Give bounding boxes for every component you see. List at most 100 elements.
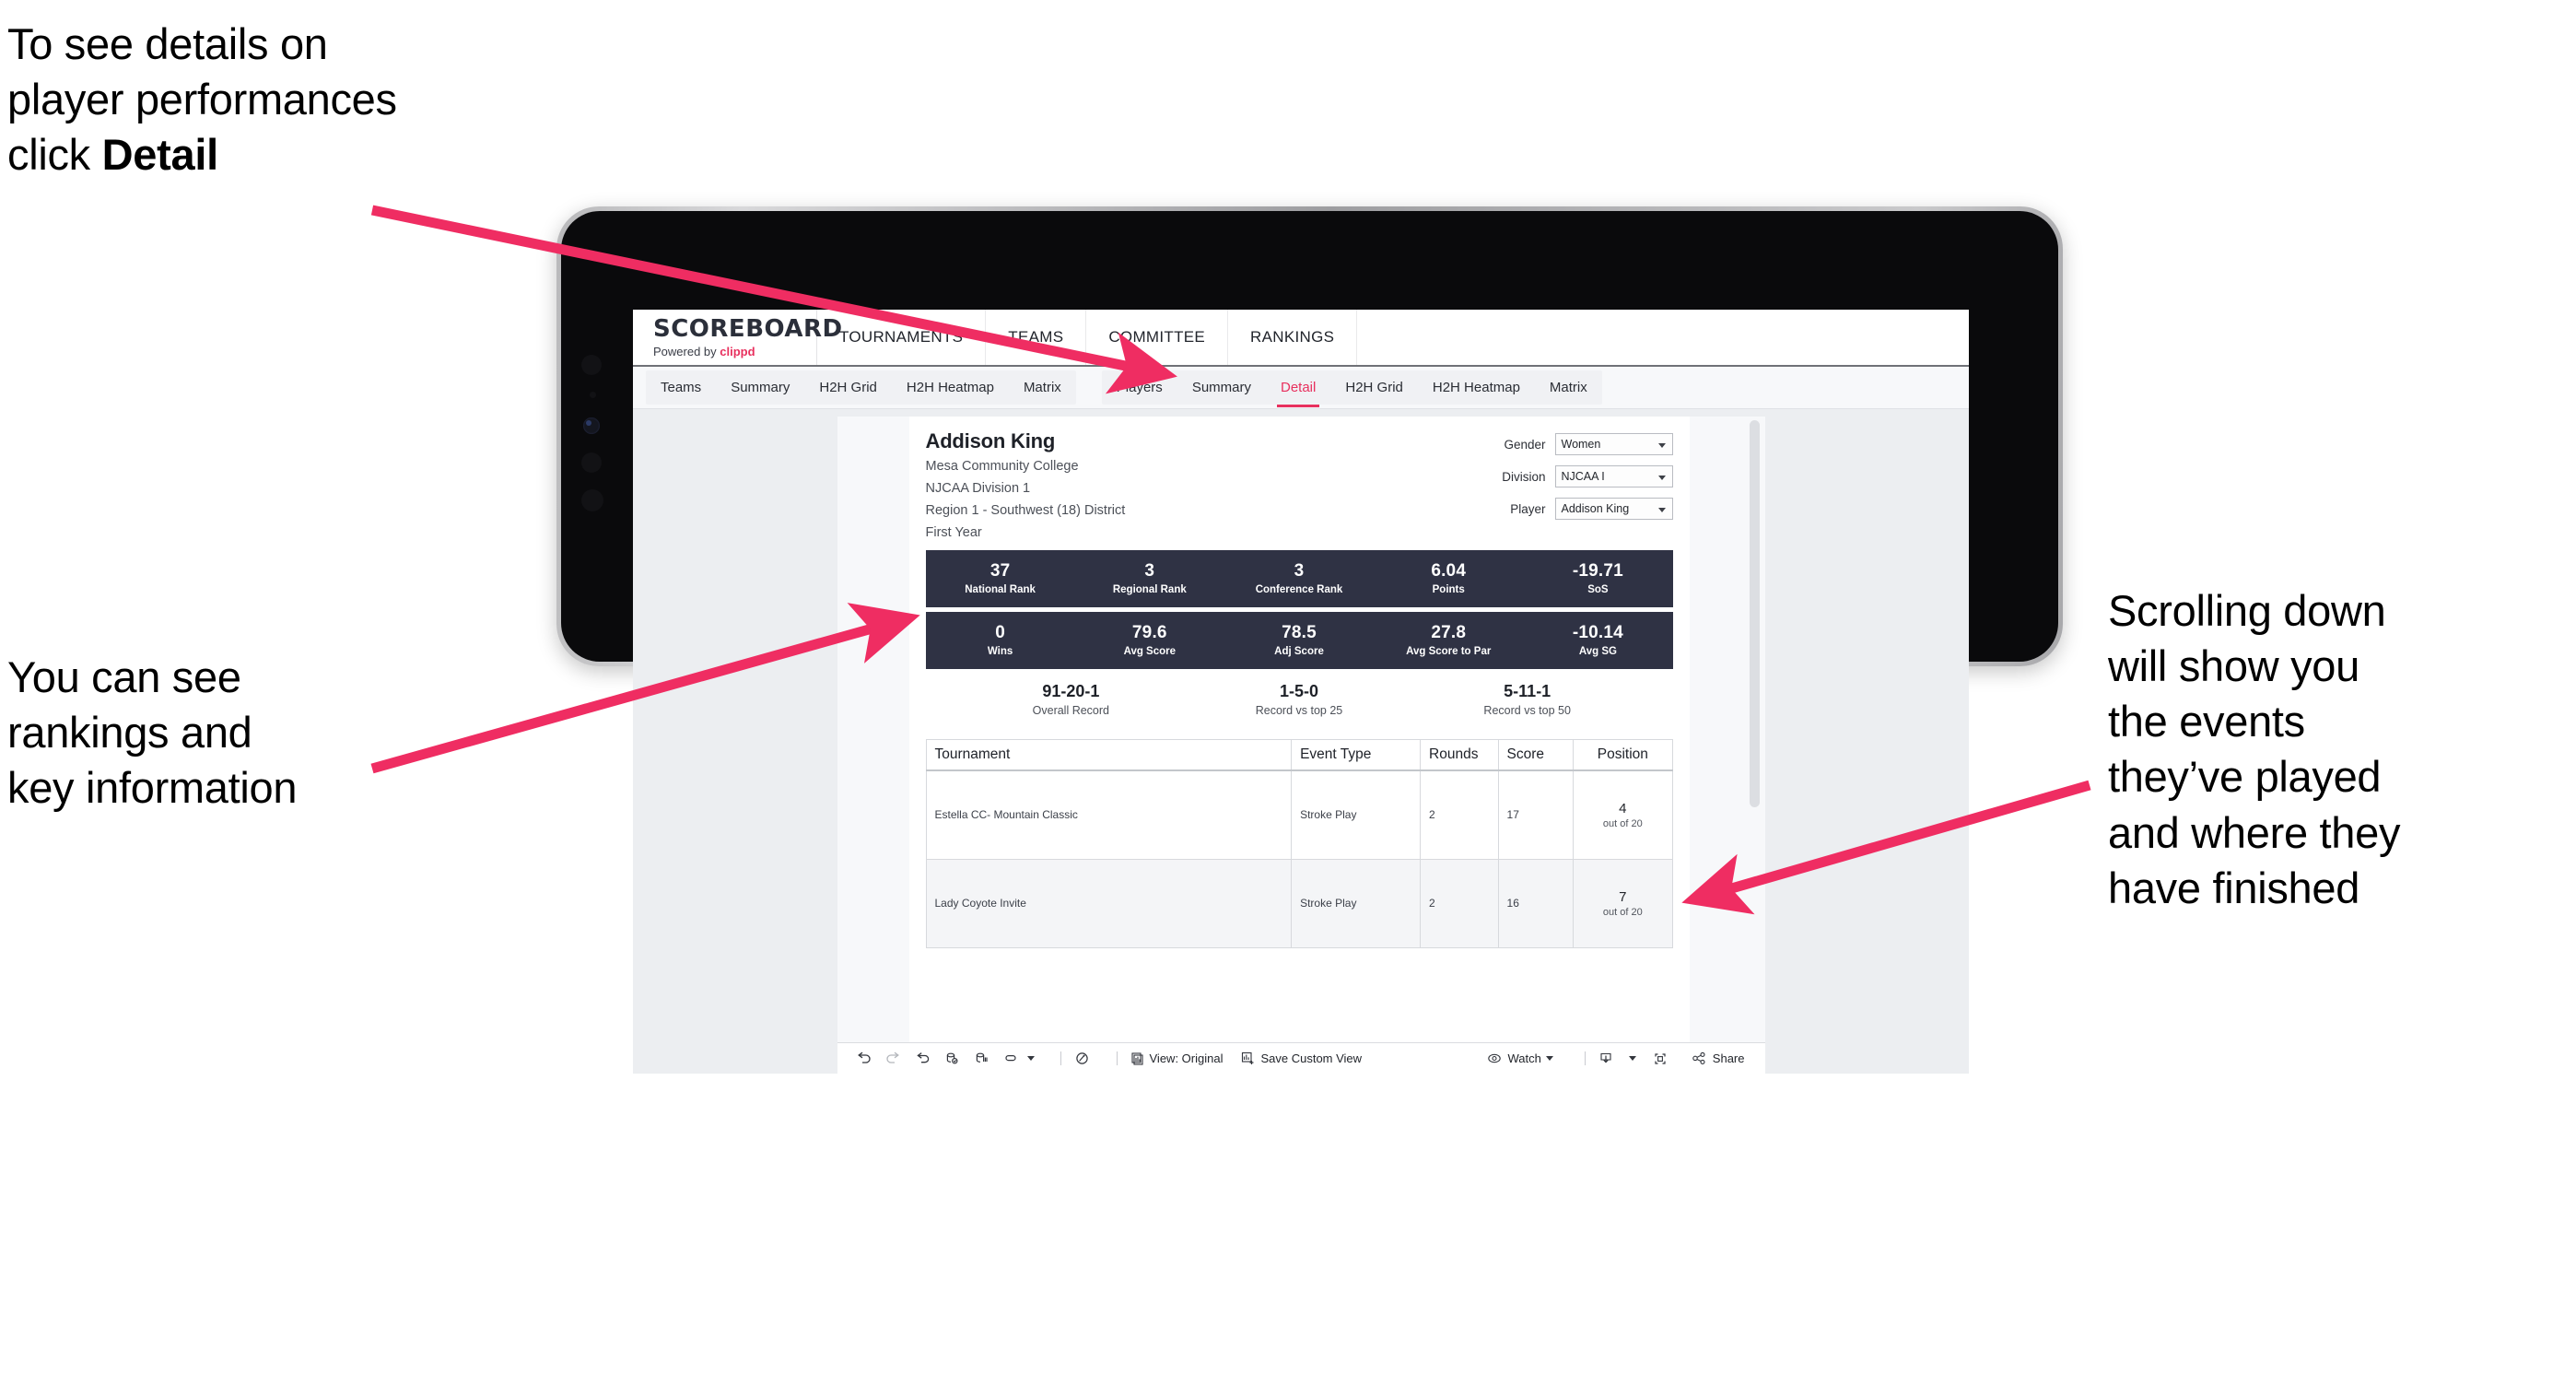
brand-powered-prefix: Powered by <box>653 344 720 358</box>
watch-button[interactable]: Watch <box>1487 1051 1553 1065</box>
view-original-button[interactable]: View: Original <box>1130 1051 1224 1065</box>
teams-tab-group: Teams Summary H2H Grid H2H Heatmap Matri… <box>646 370 1076 405</box>
stat-avg-sg-label: Avg SG <box>1578 646 1617 657</box>
vertical-scrollbar[interactable] <box>1749 420 1760 807</box>
filter-division-row: Division NJCAA I <box>1502 465 1673 487</box>
chevron-down-icon <box>1545 1056 1553 1061</box>
filter-panel: Gender Women Division NJCAA I Player Add… <box>1502 429 1673 542</box>
top-navigation-items: TOURNAMENTS TEAMS COMMITTEE RANKINGS <box>817 310 1358 365</box>
tab-teams[interactable]: Teams <box>646 370 716 405</box>
bottom-toolbar: View: Original Save Custom View Watch Sh… <box>837 1042 1765 1074</box>
revert-icon[interactable] <box>915 1051 931 1066</box>
tab-teams-h2h-heatmap[interactable]: H2H Heatmap <box>892 370 1009 405</box>
share-label: Share <box>1712 1051 1745 1065</box>
stat-avg-score: 79.6 Avg Score <box>1075 623 1224 657</box>
slide-canvas: To see details on player performances cl… <box>0 0 2576 1386</box>
nav-item-tournaments[interactable]: TOURNAMENTS <box>817 310 987 365</box>
record-overall-label: Overall Record <box>1032 704 1110 717</box>
filter-player-value: Addison King <box>1561 502 1630 515</box>
col-header-tournament[interactable]: Tournament <box>925 739 1293 771</box>
filter-gender-select[interactable]: Women <box>1554 433 1673 455</box>
stat-avg-sg-value: -10.14 <box>1572 623 1623 642</box>
secondary-tab-strip: Teams Summary H2H Grid H2H Heatmap Matri… <box>633 367 1969 409</box>
col-header-event-type[interactable]: Event Type <box>1291 739 1422 771</box>
record-vs-top-50: 5-11-1 Record vs top 50 <box>1413 682 1642 717</box>
table-row[interactable]: Lady Coyote Invite Stroke Play 2 16 7 ou… <box>925 858 1673 948</box>
filter-division-value: NJCAA I <box>1561 470 1605 483</box>
callout-right-line1: Scrolling down <box>2108 586 2386 635</box>
cell-rounds: 2 <box>1420 769 1499 860</box>
tab-players[interactable]: Players <box>1102 370 1177 405</box>
stat-regional-rank-label: Regional Rank <box>1112 584 1187 595</box>
content-area: Addison King Mesa Community College NJCA… <box>633 409 1969 1074</box>
toolbar-divider <box>1116 1051 1118 1065</box>
filter-gender-label: Gender <box>1504 437 1546 452</box>
tab-teams-h2h-grid[interactable]: H2H Grid <box>804 370 892 405</box>
tab-players-h2h-grid[interactable]: H2H Grid <box>1330 370 1418 405</box>
tab-players-summary[interactable]: Summary <box>1177 370 1266 405</box>
filter-player-select[interactable]: Addison King <box>1554 498 1673 520</box>
tab-teams-matrix[interactable]: Matrix <box>1009 370 1076 405</box>
nav-item-committee[interactable]: COMMITTEE <box>1086 310 1229 365</box>
fullscreen-button[interactable] <box>1653 1051 1673 1066</box>
filter-player-label: Player <box>1510 501 1546 516</box>
cell-score: 16 <box>1497 858 1575 948</box>
tab-players-matrix[interactable]: Matrix <box>1535 370 1602 405</box>
cell-score: 17 <box>1497 769 1575 860</box>
download-button[interactable] <box>1598 1051 1619 1066</box>
refresh-data-icon[interactable] <box>944 1051 960 1066</box>
col-header-position[interactable]: Position <box>1573 739 1673 771</box>
chevron-down-icon[interactable] <box>1026 1056 1035 1061</box>
tournaments-table-head: Tournament Event Type Rounds Score Posit… <box>925 739 1673 771</box>
speaker-dot-icon <box>581 452 602 473</box>
redo-icon[interactable] <box>885 1051 901 1066</box>
record-overall-value: 91-20-1 <box>1042 682 1100 700</box>
tab-players-h2h-heatmap[interactable]: H2H Heatmap <box>1418 370 1535 405</box>
records-row: 91-20-1 Overall Record 1-5-0 Record vs t… <box>926 682 1673 717</box>
view-original-label: View: Original <box>1149 1051 1224 1065</box>
col-header-rounds[interactable]: Rounds <box>1420 739 1499 771</box>
tab-teams-summary[interactable]: Summary <box>716 370 804 405</box>
callout-top-left-line1: To see details on <box>7 19 328 68</box>
filter-gender-row: Gender Women <box>1502 433 1673 455</box>
table-row[interactable]: Estella CC- Mountain Classic Stroke Play… <box>925 769 1673 860</box>
brand-logo[interactable]: SCOREBOARD Powered by clippd <box>633 310 843 365</box>
cell-event-type: Stroke Play <box>1291 858 1422 948</box>
nav-item-rankings[interactable]: RANKINGS <box>1228 310 1358 365</box>
chevron-down-icon[interactable] <box>1628 1056 1636 1061</box>
brand-subtitle: Powered by clippd <box>653 345 816 358</box>
pause-data-icon[interactable] <box>974 1051 989 1066</box>
cell-rounds: 2 <box>1420 858 1499 948</box>
lens-icon <box>583 417 600 434</box>
record-vs-top-25-label: Record vs top 25 <box>1255 704 1343 717</box>
filter-gender-value: Women <box>1561 438 1601 451</box>
stat-national-rank-value: 37 <box>989 561 1011 581</box>
highlight-icon[interactable] <box>1074 1051 1090 1066</box>
watch-label: Watch <box>1507 1051 1541 1065</box>
filter-division-select[interactable]: NJCAA I <box>1554 465 1673 487</box>
callout-right-line3: the events <box>2108 697 2305 746</box>
callout-top-left-line3: click Detail <box>7 127 397 182</box>
cell-position-outof: out of 20 <box>1602 906 1643 918</box>
pause-auto-update-icon[interactable] <box>1003 1051 1019 1066</box>
save-custom-view-button[interactable]: Save Custom View <box>1241 1051 1362 1065</box>
callout-top-left-line3-prefix: click <box>7 130 102 180</box>
undo-icon[interactable] <box>856 1051 872 1066</box>
callout-mid-left: You can see rankings and key information <box>7 650 298 816</box>
share-button[interactable]: Share <box>1692 1051 1745 1065</box>
nav-item-teams[interactable]: TEAMS <box>986 310 1087 365</box>
tab-players-detail[interactable]: Detail <box>1266 370 1330 407</box>
stat-wins-label: Wins <box>987 646 1013 657</box>
record-vs-top-50-label: Record vs top 50 <box>1483 704 1571 717</box>
player-year: First Year <box>925 525 982 540</box>
callout-mid-left-line1: You can see <box>7 652 241 701</box>
tournaments-table: Tournament Event Type Rounds Score Posit… <box>925 739 1673 948</box>
camera-dot-icon <box>581 355 602 375</box>
callout-right-line5: and where they <box>2108 807 2401 857</box>
filter-player-row: Player Addison King <box>1502 498 1673 520</box>
stat-avg-score-to-par-value: 27.8 <box>1431 623 1467 642</box>
stat-sos-value: -19.71 <box>1572 561 1623 581</box>
chevron-down-icon <box>1657 508 1666 512</box>
col-header-score[interactable]: Score <box>1497 739 1575 771</box>
brand-title: SCOREBOARD <box>653 314 843 343</box>
